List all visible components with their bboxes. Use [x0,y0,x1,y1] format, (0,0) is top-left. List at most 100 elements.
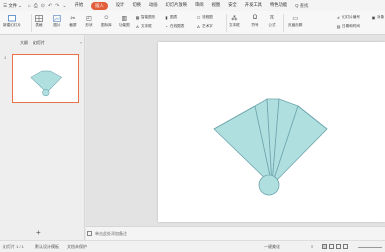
pi-icon: π [269,15,275,21]
tab-developer[interactable]: 开发工具 [245,2,262,10]
edit-area: 单击此处添加备注 [86,35,385,240]
slide-number-button[interactable]: # 幻灯片编号 [336,15,360,20]
save-icon[interactable]: ⌂ [28,3,31,9]
customize-icon[interactable]: ⌄ [62,3,66,9]
art-text-label: 艺术字 [202,24,213,28]
notes-toggle-icon[interactable]: ≡ [311,244,313,249]
tab-special[interactable]: 特色功能 [270,2,287,10]
slide-number-label: 幻灯片编号 [342,15,360,19]
menu-bar: 三 文件 ⌄ ⌂ ⎙ ⊙ ↶ ↷ ⌄ 开始 插入 设计 切换 动画 幻灯片放映 … [0,0,385,11]
online-chart-button[interactable]: ◔ 在线图表 [164,24,184,29]
preview-icon[interactable]: ⊙ [41,3,45,9]
file-menu[interactable]: 三 文件 ⌄ [3,3,22,9]
ribbon-insert: 新建幻灯片 表格 图片 ✂ 截屏 ◰ 形状 ☺ 图标库 ▥ 功能图 ▦ 智能图形… [0,11,385,35]
calendar-icon: ▤ [336,24,341,29]
date-time-label: 日期和时间 [342,24,360,28]
art-text-icon: A [197,24,200,29]
icon-library-label: 图标库 [101,23,112,27]
function-chart-icon: ▥ [121,15,128,22]
header-footer-button[interactable]: ▭ 页眉页脚 [288,14,302,28]
formula-button[interactable]: π 公式 [268,14,276,28]
table-button[interactable]: 表格 [35,14,43,28]
fan-thumbnail [30,70,63,97]
tab-slideshow[interactable]: 幻灯片放映 [166,2,187,10]
object-label: 对象 [377,15,385,19]
chart-label: 图表 [170,15,178,19]
tab-transitions[interactable]: 切换 [132,2,141,10]
add-slide-button[interactable]: + [36,228,41,237]
shape-text-icon: ⁂ [231,15,238,22]
tab-outline[interactable]: 大纲 [20,40,28,46]
slide-thumbnail[interactable] [12,54,79,103]
screenshot-button[interactable]: ✂ 截屏 [69,14,77,28]
symbol-button[interactable]: Ω 符号 [251,14,259,28]
slide-number-icon: # [337,15,340,20]
new-slide-label: 新建幻灯片 [3,23,21,27]
tab-review[interactable]: 审阅 [195,2,204,10]
flowchart-icon: ⎔ [196,15,201,20]
date-time-button[interactable]: ▤ 日期和时间 [336,24,360,29]
table-icon [35,14,43,22]
formula-label: 公式 [268,23,276,27]
chevron-down-icon: ⌄ [18,2,22,8]
flowchart-button[interactable]: ⎔ 流程图 [196,15,213,20]
tab-slides[interactable]: 幻灯片 [33,40,45,46]
slide-counter: 幻灯片 1 / 1 [3,244,24,249]
slide-canvas[interactable] [158,42,385,222]
icon-library-icon: ☺ [103,15,110,21]
art-text-button[interactable]: A 艺术字 [196,24,213,29]
zoom-slider[interactable] [358,246,382,248]
print-icon[interactable]: ⎙ [34,3,38,9]
normal-view-icon[interactable] [322,244,327,249]
tab-home[interactable]: 开始 [75,2,84,10]
tab-insert[interactable]: 插入 [91,1,108,10]
icon-library-button[interactable]: ☺ 图标库 [101,14,112,28]
ribbon-tabs: 开始 插入 设计 切换 动画 幻灯片放映 审阅 视图 安全 开发工具 特色功能 [75,1,287,10]
new-slide-button[interactable]: 新建幻灯片 [3,14,21,28]
reading-view-icon[interactable] [336,244,341,249]
notes-pane[interactable]: 单击此处添加备注 [86,226,385,240]
ribbon-divider [226,14,227,32]
image-button[interactable]: 图片 [53,14,61,28]
object-button[interactable]: ▣ 对象 [371,15,385,20]
tab-view[interactable]: 视图 [212,2,221,10]
new-slide-icon [8,14,16,22]
function-chart-button[interactable]: ▥ 功能图 [119,14,130,28]
screenshot-label: 截屏 [69,23,77,27]
undo-icon[interactable]: ↶ [48,3,52,9]
online-chart-icon: ◔ [165,24,168,29]
textbox-label: 文本框 [141,24,152,28]
image-label: 图片 [53,23,61,27]
shapes-button[interactable]: ◰ 形状 [85,14,93,28]
smartart-icon: ▦ [135,15,140,20]
tab-design[interactable]: 设计 [116,2,125,10]
redo-icon[interactable]: ↷ [55,3,59,9]
file-menu-label: 三 文件 [3,2,18,8]
quick-access-toolbar: ⌂ ⎙ ⊙ ↶ ↷ ⌄ [28,3,67,9]
slideshow-icon[interactable] [343,244,348,249]
omega-icon: Ω [252,15,258,21]
protection-status[interactable]: 文档未保护 [67,244,87,250]
scissors-icon: ✂ [70,15,76,22]
shapes-icon: ◰ [86,15,92,22]
beautify-button[interactable]: 一键美化 [264,244,280,250]
tab-animations[interactable]: 动画 [149,2,158,10]
image-icon [53,14,61,22]
search-command[interactable]: Q 查找 [295,3,308,9]
online-chart-label: 在线图表 [170,24,185,28]
smartart-button[interactable]: ▦ 智能图形 [135,15,156,20]
shape-text-button[interactable]: ⁂ 文本框 [229,14,240,28]
collapse-panel-icon[interactable]: « [80,40,82,45]
flowchart-label: 流程图 [202,15,213,19]
tab-security[interactable]: 安全 [228,2,237,10]
slide-number: 1 [4,55,7,60]
function-chart-label: 功能图 [119,23,130,27]
table-label: 表格 [35,23,43,27]
ribbon-divider [283,14,284,32]
textbox-button[interactable]: A 文本框 [135,24,152,29]
chart-button[interactable]: ▮ 图表 [164,15,177,20]
sorter-view-icon[interactable] [329,244,334,249]
view-switcher [322,244,348,249]
notes-placeholder: 单击此处添加备注 [95,230,127,236]
fan-shape[interactable] [158,42,385,222]
